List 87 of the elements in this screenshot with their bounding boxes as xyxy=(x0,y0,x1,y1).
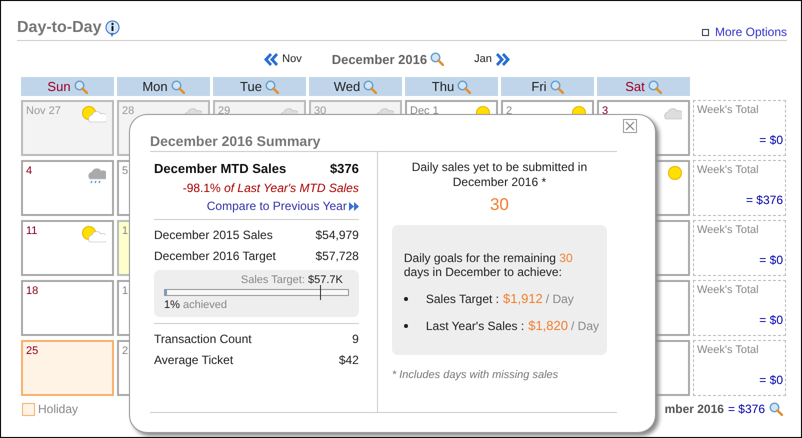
double-right-chevron-icon[interactable] xyxy=(496,52,510,66)
goals-intro: Daily goals for the remaining 30 days in December to achieve: xyxy=(404,251,574,279)
mtd-label: December MTD Sales xyxy=(154,161,286,176)
target-marker xyxy=(320,285,322,300)
day-number: 11 xyxy=(26,225,38,237)
bullet-icon xyxy=(404,324,408,328)
search-icon[interactable] xyxy=(648,80,662,94)
goal-value: $1,820 xyxy=(528,318,568,333)
metric-value: $42 xyxy=(338,352,359,366)
weekday-header[interactable]: Sun xyxy=(21,77,114,96)
holiday-swatch xyxy=(22,402,35,416)
week-total-value: = $0 xyxy=(759,253,783,267)
day-number: 4 xyxy=(26,165,32,177)
goal-label: Last Year's Sales : xyxy=(426,318,524,332)
double-left-chevron-icon[interactable] xyxy=(264,52,278,66)
day-number: Dec 1 xyxy=(410,105,439,117)
metric-value: 9 xyxy=(352,332,359,346)
goal-label: Sales Target : xyxy=(426,292,500,306)
day-number: 5 xyxy=(122,165,128,177)
metric-value: $57,728 xyxy=(315,248,359,262)
goal-value: $1,912 xyxy=(503,291,543,306)
pending-text: Daily sales yet to be submitted in December 2016 * xyxy=(410,160,588,190)
day-number: 2 xyxy=(506,105,512,117)
week-total-label: Week's Total xyxy=(697,224,760,236)
mtd-value: $376 xyxy=(330,161,359,176)
search-icon[interactable] xyxy=(363,80,378,94)
day-number: 3 xyxy=(602,105,608,117)
info-icon[interactable] xyxy=(105,20,120,37)
search-icon[interactable] xyxy=(769,402,783,416)
comparison-text: -98.1% of Last Year's MTD Sales xyxy=(182,181,359,195)
legend-label: Holiday xyxy=(38,402,78,416)
day-cell[interactable]: 25 xyxy=(21,340,114,396)
day-number: 25 xyxy=(26,345,38,357)
target-label: Sales Target: $57.7K xyxy=(240,274,343,286)
search-icon[interactable] xyxy=(264,80,279,94)
metric-label: December 2015 Sales xyxy=(154,228,273,242)
double-arrow-icon xyxy=(348,202,359,210)
achieved-text: 1% achieved xyxy=(164,299,228,311)
search-icon[interactable] xyxy=(74,80,88,94)
bullet-icon xyxy=(404,296,408,300)
search-icon[interactable] xyxy=(550,80,564,94)
weekday-header[interactable]: Thu xyxy=(405,77,498,96)
day-number: 18 xyxy=(26,285,38,297)
metric-label: Average Ticket xyxy=(154,352,234,366)
week-total-label: Week's Total xyxy=(697,104,760,116)
close-button[interactable] xyxy=(623,119,637,133)
weekday-header[interactable]: Sat xyxy=(597,77,690,96)
day-number: 1 xyxy=(122,225,128,237)
pending-count: 30 xyxy=(488,195,510,215)
search-icon[interactable] xyxy=(430,52,444,66)
search-icon[interactable] xyxy=(457,80,472,94)
metric-label: December 2016 Target xyxy=(154,248,276,262)
footnote: * Includes days with missing sales xyxy=(392,369,560,381)
week-total-value: = $0 xyxy=(759,133,783,147)
metric-value: $54,979 xyxy=(315,228,359,242)
week-total-label: Week's Total xyxy=(697,164,760,176)
weekday-header[interactable]: Tue xyxy=(213,77,306,96)
day-cell[interactable]: 11 xyxy=(21,220,114,276)
weekday-header[interactable]: Wed xyxy=(309,77,402,96)
day-number: 2 xyxy=(122,345,128,357)
month-total-value: = $376 xyxy=(728,402,765,416)
day-number: 1 xyxy=(122,285,128,297)
month-title: December 2016 xyxy=(332,52,428,66)
day-number: Nov 27 xyxy=(26,105,61,117)
page-title: Day-to-Day xyxy=(17,19,102,37)
week-total-value: = $376 xyxy=(746,193,783,207)
week-total-value: = $0 xyxy=(759,313,783,327)
goal-unit: / Day xyxy=(570,318,599,332)
compare-link[interactable]: Compare to Previous Year xyxy=(154,199,359,213)
week-total-label: Week's Total xyxy=(697,344,760,356)
weekday-header[interactable]: Fri xyxy=(501,77,594,96)
day-number: 29 xyxy=(218,105,230,117)
day-number: 28 xyxy=(122,105,134,117)
week-total-label: Week's Total xyxy=(697,284,760,296)
more-options-link[interactable]: More Options xyxy=(702,25,787,40)
week-total-value: = $0 xyxy=(759,373,783,387)
search-icon[interactable] xyxy=(170,80,185,94)
previous-month-link[interactable]: Nov xyxy=(264,52,302,66)
next-month-link[interactable]: Jan xyxy=(474,52,510,66)
day-number: 30 xyxy=(314,105,326,117)
weekday-header[interactable]: Mon xyxy=(117,77,210,96)
day-cell[interactable]: 4 xyxy=(21,160,114,216)
popup-title: December 2016 Summary xyxy=(150,133,617,152)
month-total-label: mber 2016 xyxy=(664,402,724,416)
day-cell[interactable]: 18 xyxy=(21,280,114,336)
goal-unit: / Day xyxy=(546,292,574,306)
metric-label: Transaction Count xyxy=(154,332,252,346)
